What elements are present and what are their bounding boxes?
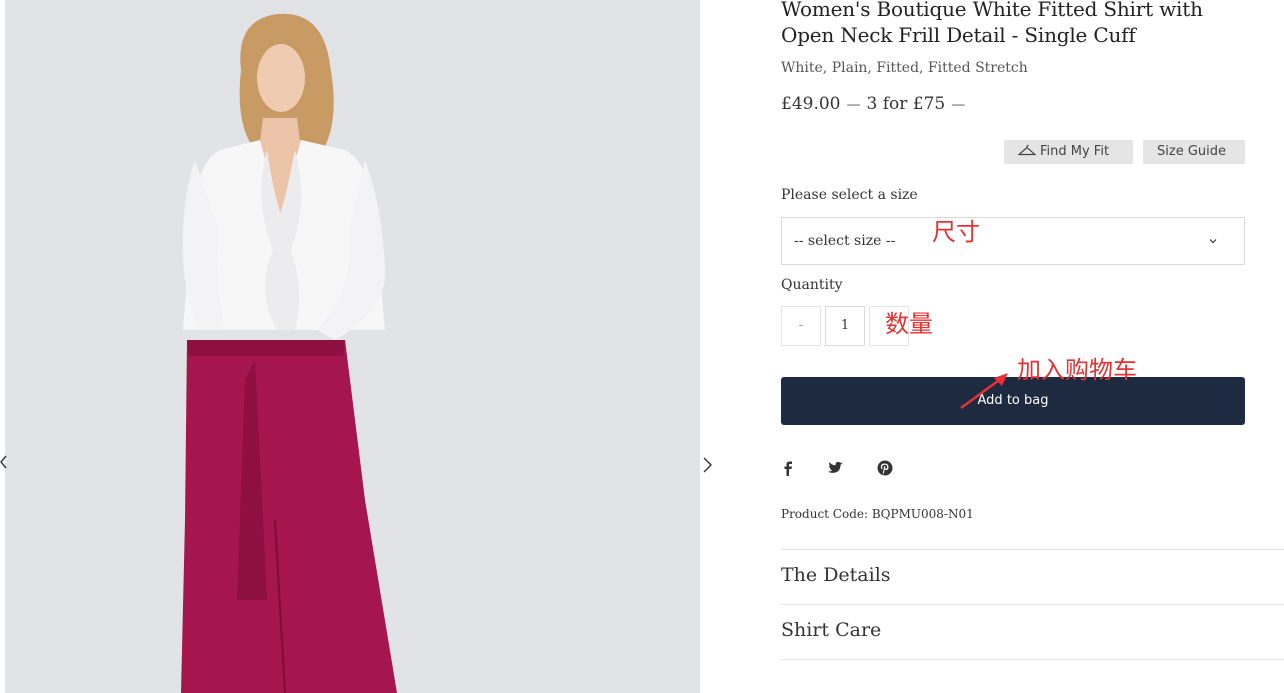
price-dash: — [846,97,861,113]
product-code: Product Code: BQPMU008-N01 [781,507,974,521]
model-illustration [181,13,397,693]
annotation-size: 尺寸 [932,218,980,246]
accordion-the-details[interactable]: The Details [781,549,1284,604]
annotation-quantity: 数量 [885,310,933,338]
chevron-down-icon [1209,239,1217,244]
price: £49.00 [781,94,841,114]
accordion-the-details-label: The Details [781,564,891,586]
chevron-right-icon[interactable] [701,456,713,474]
multi-buy-offer: 3 for £75 [866,94,946,114]
product-title: Women's Boutique White Fitted Shirt with… [781,0,1203,47]
find-my-fit-button[interactable]: Find My Fit [1004,140,1133,164]
quantity-input[interactable]: 1 [825,306,865,346]
hanger-icon [1018,144,1036,156]
twitter-icon[interactable] [827,459,845,477]
accordion-shirt-care[interactable]: Shirt Care [781,604,1284,659]
quantity-decrease-button[interactable]: - [781,306,821,346]
size-select[interactable]: -- select size -- [781,217,1245,265]
find-my-fit-label: Find My Fit [1040,144,1110,159]
price-row: £49.00 — 3 for £75 — [781,94,971,114]
quantity-label: Quantity [781,277,843,293]
chevron-left-icon[interactable] [0,454,8,470]
accordion-shirt-care-label: Shirt Care [781,619,882,641]
size-guide-button[interactable]: Size Guide [1143,140,1245,164]
size-select-value: -- select size -- [794,233,896,249]
annotation-arrow-icon [960,373,1008,410]
accordion-divider [781,659,1284,660]
offer-dash: — [951,97,966,113]
pinterest-icon[interactable] [876,459,894,477]
facebook-icon[interactable] [779,459,797,477]
size-label: Please select a size [781,187,918,203]
product-image[interactable] [5,0,700,693]
product-attributes: White, Plain, Fitted, Fitted Stretch [781,60,1028,76]
annotation-add-to-cart: 加入购物车 [1017,356,1137,384]
